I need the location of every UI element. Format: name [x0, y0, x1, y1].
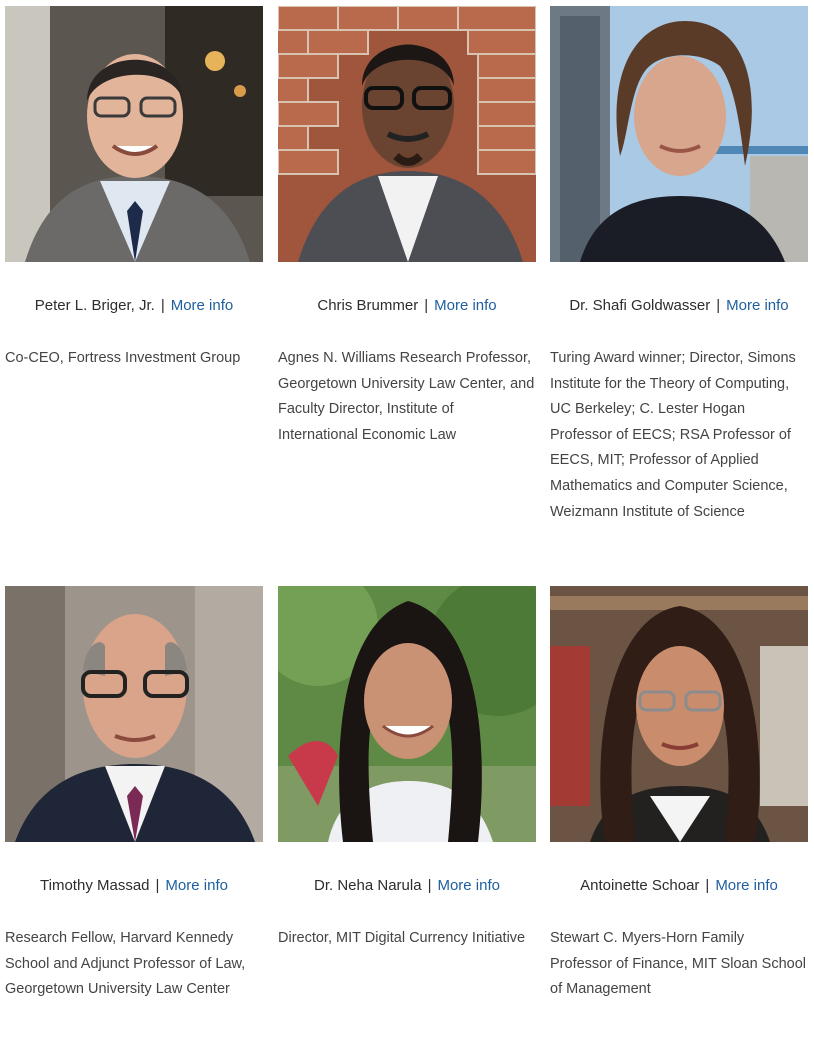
speaker-description: Agnes N. Williams Research Professor, Ge… [278, 350, 535, 443]
separator: | [716, 297, 721, 314]
separator: | [705, 877, 710, 894]
more-info-link[interactable]: More info [715, 877, 778, 894]
speaker-name: Peter L. Briger, Jr. [34, 297, 155, 314]
more-info-link[interactable]: More info [437, 877, 500, 894]
speaker-name: Chris Brummer [317, 297, 419, 314]
speaker-name: Antoinette Schoar [580, 877, 700, 894]
speaker-photo[interactable] [550, 586, 808, 842]
speaker-photo[interactable] [550, 6, 808, 262]
speaker-name-line: Dr. Shafi Goldwasser | More info [550, 297, 808, 314]
portrait-image [550, 6, 808, 262]
separator: | [424, 297, 429, 314]
more-info-link[interactable]: More info [434, 297, 497, 314]
portrait-image [5, 6, 263, 262]
speaker-description: Turing Award winner; Director, Simons In… [550, 350, 796, 520]
more-info-link[interactable]: More info [726, 297, 789, 314]
separator: | [160, 297, 165, 314]
portrait-image [278, 6, 536, 262]
speaker-photo[interactable] [5, 586, 263, 842]
speaker-description: Director, MIT Digital Currency Initiativ… [278, 930, 526, 946]
speaker-photo[interactable] [5, 6, 263, 262]
speaker-photo[interactable] [278, 586, 536, 842]
speaker-name-line: Dr. Neha Narula | More info [278, 877, 536, 894]
portrait-image [5, 586, 263, 842]
portrait-image [550, 586, 808, 842]
speaker-description: Co-CEO, Fortress Investment Group [5, 350, 241, 366]
speaker-name: Timothy Massad [40, 877, 150, 894]
speaker-description: Stewart C. Myers-Horn Family Professor o… [550, 930, 807, 998]
separator: | [155, 877, 160, 894]
speaker-name-line: Peter L. Briger, Jr. | More info [5, 297, 263, 314]
more-info-link[interactable]: More info [171, 297, 234, 314]
speaker-description: Research Fellow, Harvard Kennedy School … [5, 930, 246, 998]
speaker-name-line: Antoinette Schoar | More info [550, 877, 808, 894]
speaker-name-line: Chris Brummer | More info [278, 297, 536, 314]
more-info-link[interactable]: More info [165, 877, 228, 894]
speaker-name-line: Timothy Massad | More info [5, 877, 263, 894]
speaker-photo[interactable] [278, 6, 536, 262]
speaker-name: Dr. Neha Narula [314, 877, 422, 894]
separator: | [427, 877, 432, 894]
speaker-name: Dr. Shafi Goldwasser [569, 297, 711, 314]
portrait-image [278, 586, 536, 842]
